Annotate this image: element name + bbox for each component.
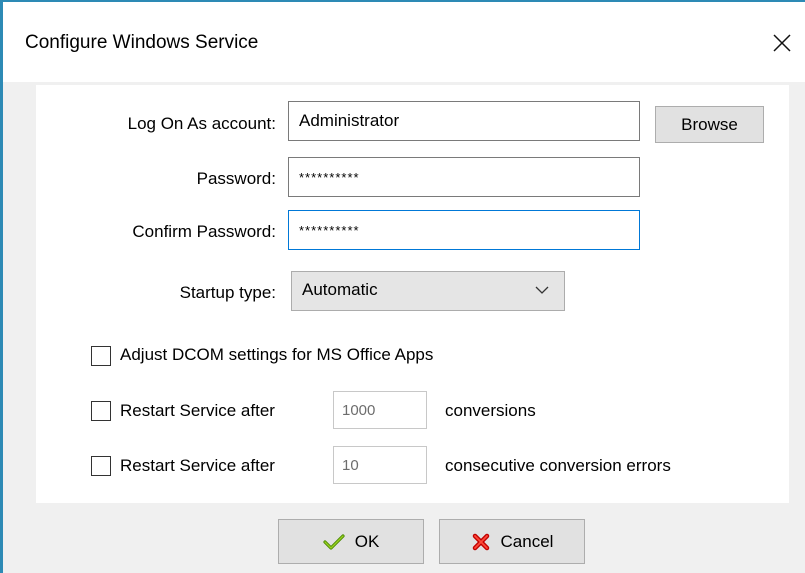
restart-conversions-count-input[interactable] — [333, 391, 427, 429]
close-icon — [773, 34, 791, 52]
startup-type-label: Startup type: — [179, 283, 276, 302]
dialog-window: Configure Windows Service Log On As acco… — [0, 0, 805, 573]
confirm-password-label: Confirm Password: — [132, 222, 276, 241]
dcom-label: Adjust DCOM settings for MS Office Apps — [120, 345, 434, 364]
chevron-down-icon — [535, 286, 549, 294]
logon-label: Log On As account: — [127, 114, 276, 133]
restart-errors-suffix: consecutive conversion errors — [445, 456, 671, 475]
password-field[interactable] — [288, 157, 640, 197]
restart-conversions-label: Restart Service after — [120, 401, 275, 420]
close-button[interactable] — [765, 26, 799, 60]
dcom-checkbox[interactable] — [91, 346, 111, 366]
window-title: Configure Windows Service — [25, 32, 259, 53]
startup-type-select[interactable]: Automatic — [291, 271, 565, 311]
cancel-label: Cancel — [500, 531, 554, 551]
settings-panel: Log On As account: Browse Password: Conf… — [36, 85, 789, 503]
ok-label: OK — [354, 531, 380, 551]
title-bar: Configure Windows Service — [3, 2, 805, 82]
startup-type-value: Automatic — [302, 280, 378, 299]
restart-conversions-checkbox[interactable] — [91, 401, 111, 421]
ok-button[interactable]: OK — [278, 519, 424, 564]
restart-conversions-suffix: conversions — [445, 401, 536, 420]
restart-errors-count-input[interactable] — [333, 446, 427, 484]
password-label: Password: — [196, 169, 276, 188]
logon-account-input[interactable] — [288, 101, 640, 141]
confirm-password-field[interactable] — [288, 210, 640, 250]
browse-button[interactable]: Browse — [655, 106, 764, 143]
red-x-icon — [472, 533, 489, 550]
cancel-button[interactable]: Cancel — [439, 519, 585, 564]
restart-errors-checkbox[interactable] — [91, 456, 111, 476]
restart-errors-label: Restart Service after — [120, 456, 275, 475]
checkmark-icon — [323, 533, 345, 550]
